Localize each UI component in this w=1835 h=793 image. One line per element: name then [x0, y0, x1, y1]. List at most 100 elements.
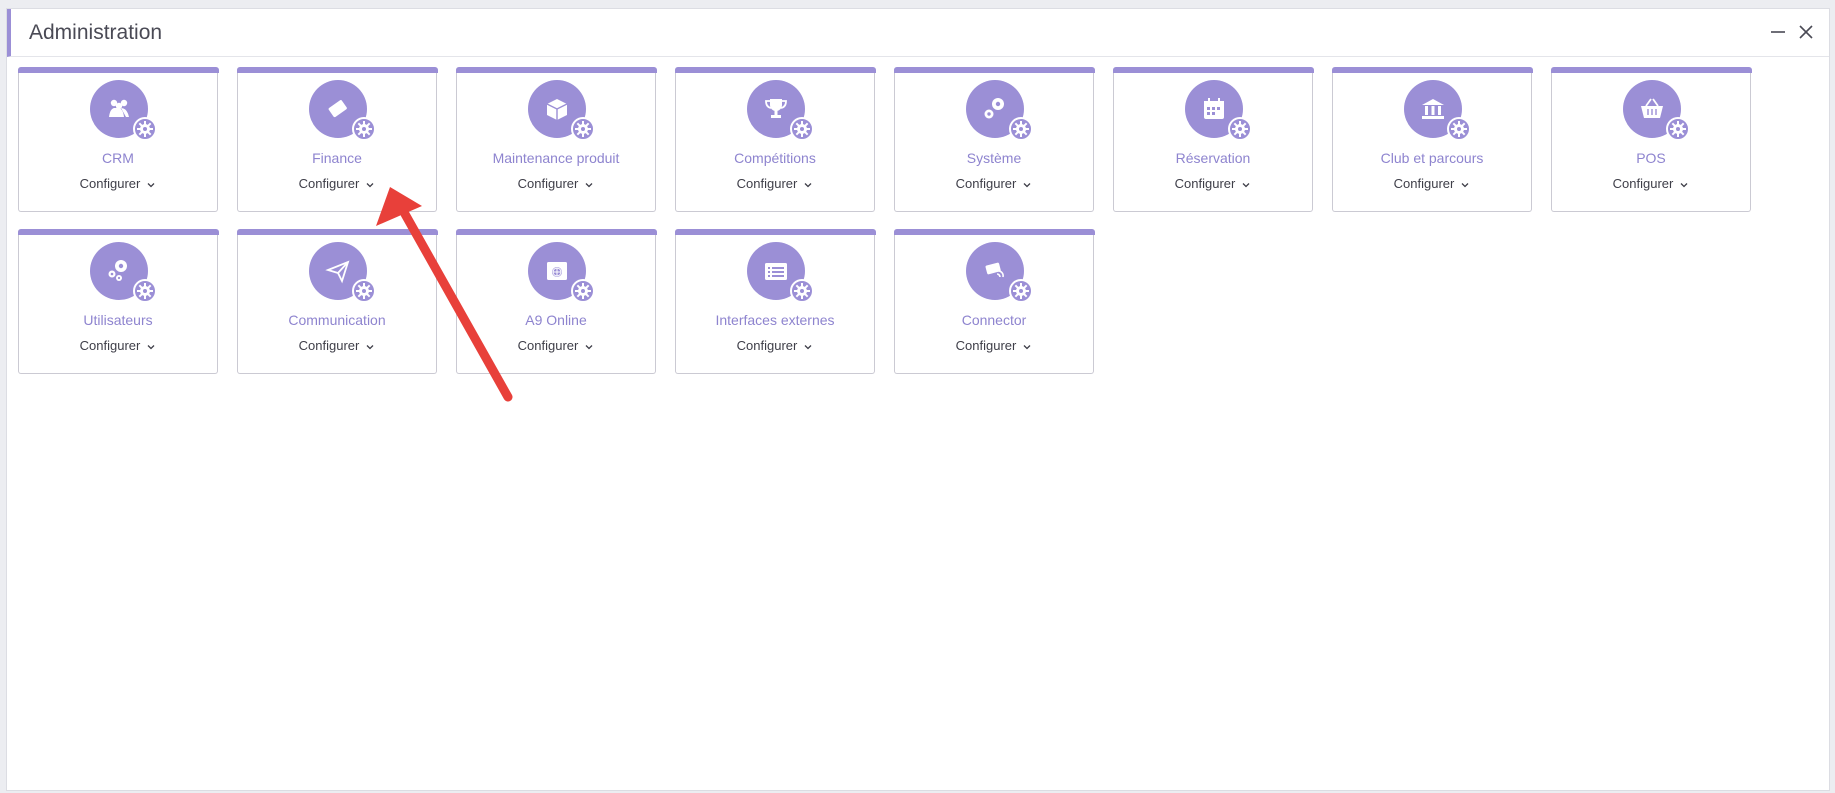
- window-titlebar: Administration: [7, 9, 1829, 57]
- minimize-icon: [1771, 31, 1785, 33]
- module-tile-list-window[interactable]: Interfaces externes Configurer: [674, 229, 876, 374]
- module-tile-web[interactable]: A9 Online Configurer: [455, 229, 657, 374]
- module-label: Finance: [312, 150, 362, 166]
- chevron-down-icon: [585, 182, 593, 187]
- tile-accent-bar: [236, 229, 438, 235]
- configure-dropdown[interactable]: Configurer: [676, 176, 874, 191]
- tile-accent-bar: [1331, 67, 1533, 73]
- close-icon: [1799, 25, 1813, 39]
- paper-plane-icon: [309, 242, 376, 303]
- basket-icon: [1623, 80, 1690, 141]
- crm-icon: [90, 80, 157, 141]
- chevron-down-icon: [147, 182, 155, 187]
- module-label: Connector: [961, 312, 1027, 328]
- configure-label: Configurer: [1612, 176, 1674, 191]
- tile-accent-bar: [893, 67, 1095, 73]
- configure-dropdown[interactable]: Configurer: [19, 176, 217, 191]
- configure-dropdown[interactable]: Configurer: [676, 338, 874, 353]
- configure-dropdown[interactable]: Configurer: [1114, 176, 1312, 191]
- configure-label: Configurer: [1393, 176, 1455, 191]
- chevron-down-icon: [804, 344, 812, 349]
- tile-accent-bar: [17, 229, 219, 235]
- module-label: POS: [1636, 150, 1666, 166]
- module-tile-crm[interactable]: CRM Configurer: [17, 67, 219, 212]
- module-label: CRM: [102, 150, 134, 166]
- configure-label: Configurer: [79, 176, 141, 191]
- tile-accent-bar: [1112, 67, 1314, 73]
- module-label: Système: [966, 150, 1022, 166]
- chevron-down-icon: [1023, 344, 1031, 349]
- configure-label: Configurer: [736, 176, 798, 191]
- tile-accent-bar: [455, 67, 657, 73]
- web-icon: [528, 242, 595, 303]
- module-label: Compétitions: [734, 150, 816, 166]
- configure-dropdown[interactable]: Configurer: [895, 338, 1093, 353]
- gear-icon: [1009, 279, 1033, 303]
- module-grid: CRM Configurer Finance Configurer Maintenanc…: [17, 67, 1778, 374]
- configure-label: Configurer: [517, 176, 579, 191]
- module-tile-product-box[interactable]: Maintenance produit Configurer: [455, 67, 657, 212]
- module-tile-gears[interactable]: Système Configurer: [893, 67, 1095, 212]
- configure-dropdown[interactable]: Configurer: [238, 338, 436, 353]
- gear-icon: [571, 279, 595, 303]
- configure-dropdown[interactable]: Configurer: [895, 176, 1093, 191]
- module-tile-bank[interactable]: Club et parcours Configurer: [1331, 67, 1533, 212]
- chevron-down-icon: [804, 182, 812, 187]
- chevron-down-icon: [585, 344, 593, 349]
- trophy-icon: [747, 80, 814, 141]
- module-tile-trophy[interactable]: Compétitions Configurer: [674, 67, 876, 212]
- tile-accent-bar: [674, 67, 876, 73]
- module-label: Utilisateurs: [83, 312, 153, 328]
- configure-label: Configurer: [1174, 176, 1236, 191]
- gear-icon: [1447, 117, 1471, 141]
- product-box-icon: [528, 80, 595, 141]
- finance-icon: [309, 80, 376, 141]
- minimize-button[interactable]: [1767, 21, 1789, 43]
- configure-label: Configurer: [955, 338, 1017, 353]
- user-gears-icon: [90, 242, 157, 303]
- gear-icon: [790, 117, 814, 141]
- module-label: Maintenance produit: [492, 150, 620, 166]
- module-tile-paper-plane[interactable]: Communication Configurer: [236, 229, 438, 374]
- configure-label: Configurer: [736, 338, 798, 353]
- module-tile-calendar[interactable]: Réservation Configurer: [1112, 67, 1314, 212]
- window-title: Administration: [29, 21, 163, 44]
- chevron-down-icon: [1242, 182, 1250, 187]
- chevron-down-icon: [1023, 182, 1031, 187]
- module-tile-finance[interactable]: Finance Configurer: [236, 67, 438, 212]
- module-label: Réservation: [1175, 150, 1251, 166]
- gear-icon: [352, 279, 376, 303]
- configure-dropdown[interactable]: Configurer: [1333, 176, 1531, 191]
- tile-accent-bar: [674, 229, 876, 235]
- card-connector-icon: [966, 242, 1033, 303]
- configure-label: Configurer: [298, 176, 360, 191]
- module-tile-basket[interactable]: POS Configurer: [1550, 67, 1752, 212]
- tile-accent-bar: [893, 229, 1095, 235]
- module-tile-user-gears[interactable]: Utilisateurs Configurer: [17, 229, 219, 374]
- gear-icon: [352, 117, 376, 141]
- gear-icon: [571, 117, 595, 141]
- module-tile-card-connector[interactable]: Connector Configurer: [893, 229, 1095, 374]
- configure-dropdown[interactable]: Configurer: [238, 176, 436, 191]
- gear-icon: [1666, 117, 1690, 141]
- gears-icon: [966, 80, 1033, 141]
- configure-dropdown[interactable]: Configurer: [457, 338, 655, 353]
- configure-dropdown[interactable]: Configurer: [19, 338, 217, 353]
- close-button[interactable]: [1795, 21, 1817, 43]
- configure-dropdown[interactable]: Configurer: [1552, 176, 1750, 191]
- bank-icon: [1404, 80, 1471, 141]
- module-label: Communication: [288, 312, 386, 328]
- gear-icon: [1228, 117, 1252, 141]
- chevron-down-icon: [366, 182, 374, 187]
- module-label: A9 Online: [525, 312, 587, 328]
- tile-accent-bar: [236, 67, 438, 73]
- chevron-down-icon: [1680, 182, 1688, 187]
- list-window-icon: [747, 242, 814, 303]
- gear-icon: [790, 279, 814, 303]
- configure-dropdown[interactable]: Configurer: [457, 176, 655, 191]
- gear-icon: [133, 279, 157, 303]
- configure-label: Configurer: [955, 176, 1017, 191]
- chevron-down-icon: [366, 344, 374, 349]
- calendar-icon: [1185, 80, 1252, 141]
- module-label: Club et parcours: [1380, 150, 1484, 166]
